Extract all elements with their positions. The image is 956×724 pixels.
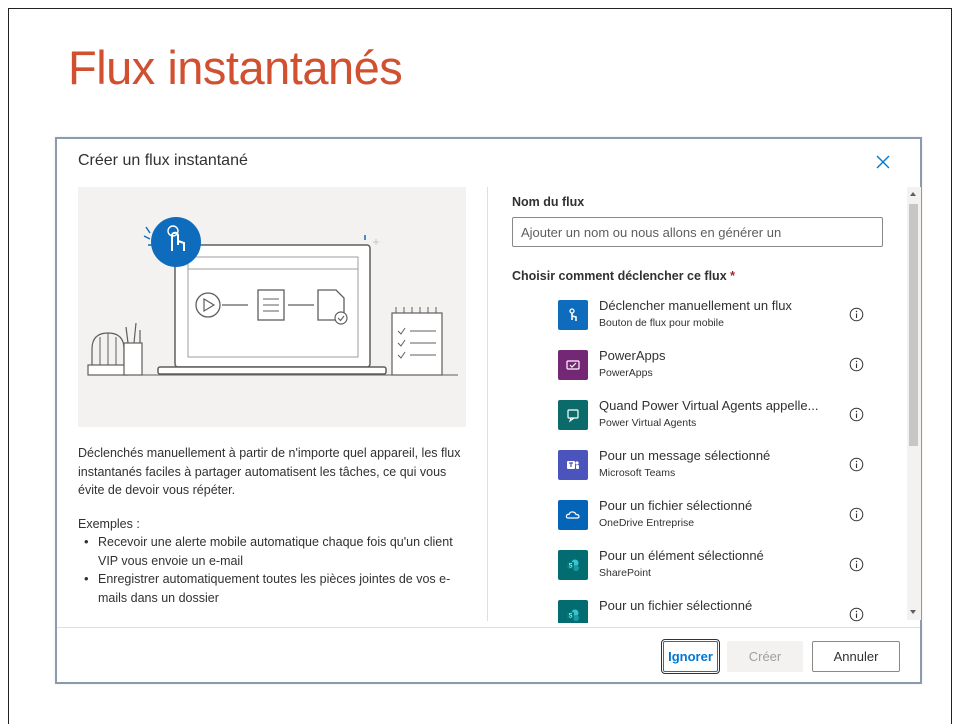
trigger-option-teams[interactable]: Pour un message sélectionné Microsoft Te…	[558, 445, 878, 495]
trigger-name: Pour un élément sélectionné	[599, 548, 764, 563]
svg-text:S: S	[568, 564, 572, 570]
trigger-label-text: Choisir comment déclencher ce flux	[512, 269, 727, 283]
sharepoint-icon: S	[558, 600, 588, 623]
trigger-connector: PowerApps	[599, 367, 653, 379]
trigger-name: Quand Power Virtual Agents appelle...	[599, 398, 819, 413]
ignore-button[interactable]: Ignorer	[661, 639, 720, 674]
trigger-option-sharepoint-file[interactable]: S Pour un fichier sélectionné	[558, 595, 878, 623]
flow-name-input[interactable]	[512, 217, 883, 247]
info-icon[interactable]	[849, 607, 864, 622]
instant-flow-illustration	[78, 187, 466, 427]
pane-divider	[487, 187, 488, 621]
trigger-name: Pour un message sélectionné	[599, 448, 771, 463]
trigger-label: Choisir comment déclencher ce flux *	[512, 269, 907, 283]
trigger-connector: SharePoint	[599, 567, 651, 579]
trigger-connector: Microsoft Teams	[599, 467, 676, 479]
trigger-list: Déclencher manuellement un flux Bouton d…	[558, 295, 878, 623]
trigger-name: Pour un fichier sélectionné	[599, 498, 753, 513]
trigger-connector: Power Virtual Agents	[599, 417, 697, 429]
info-icon[interactable]	[849, 407, 864, 422]
chat-bot-icon	[558, 400, 588, 430]
onedrive-icon	[558, 500, 588, 530]
hand-touch-icon	[558, 300, 588, 330]
trigger-list-scrollbar[interactable]	[907, 187, 921, 620]
teams-icon	[558, 450, 588, 480]
trigger-option-power-virtual-agents[interactable]: Quand Power Virtual Agents appelle... Po…	[558, 395, 878, 445]
create-button[interactable]: Créer	[727, 641, 803, 672]
examples-list: Recevoir une alerte mobile automatique c…	[78, 533, 466, 607]
flow-name-label: Nom du flux	[512, 195, 585, 209]
info-icon[interactable]	[849, 457, 864, 472]
example-item: Enregistrer automatiquement toutes les p…	[78, 570, 473, 607]
trigger-connector: Bouton de flux pour mobile	[599, 317, 724, 329]
info-icon[interactable]	[849, 307, 864, 322]
trigger-name: Pour un fichier sélectionné	[599, 598, 753, 613]
cancel-button[interactable]: Annuler	[812, 641, 900, 672]
info-icon[interactable]	[849, 507, 864, 522]
scroll-up-arrow-icon[interactable]	[910, 192, 916, 196]
footer-divider	[57, 627, 920, 628]
dialog-title: Créer un flux instantané	[78, 152, 248, 169]
trigger-name: PowerApps	[599, 348, 666, 363]
example-item: Recevoir une alerte mobile automatique c…	[78, 533, 473, 570]
info-icon[interactable]	[849, 357, 864, 372]
close-icon[interactable]	[874, 153, 892, 171]
trigger-name: Déclencher manuellement un flux	[599, 298, 792, 313]
left-pane: Déclenchés manuellement à partir de n'im…	[78, 187, 466, 607]
create-instant-flow-dialog: Créer un flux instantané Déclenchés manu…	[55, 137, 922, 684]
trigger-option-manual[interactable]: Déclencher manuellement un flux Bouton d…	[558, 295, 878, 345]
info-icon[interactable]	[849, 557, 864, 572]
trigger-option-powerapps[interactable]: PowerApps PowerApps	[558, 345, 878, 395]
right-pane: Nom du flux Choisir comment déclencher c…	[512, 187, 907, 623]
powerapps-icon	[558, 350, 588, 380]
sharepoint-icon: S	[558, 550, 588, 580]
scrollbar-thumb[interactable]	[909, 204, 918, 446]
dialog-description: Déclenchés manuellement à partir de n'im…	[78, 446, 461, 497]
required-marker: *	[730, 269, 736, 283]
examples-title: Exemples :	[78, 516, 140, 531]
trigger-option-sharepoint-item[interactable]: S Pour un élément sélectionné SharePoint	[558, 545, 878, 595]
slide-title: Flux instantanés	[68, 41, 403, 94]
trigger-option-onedrive[interactable]: Pour un fichier sélectionné OneDrive Ent…	[558, 495, 878, 545]
scroll-down-arrow-icon[interactable]	[910, 610, 916, 614]
trigger-connector: OneDrive Entreprise	[599, 517, 695, 529]
svg-text:S: S	[568, 614, 572, 620]
